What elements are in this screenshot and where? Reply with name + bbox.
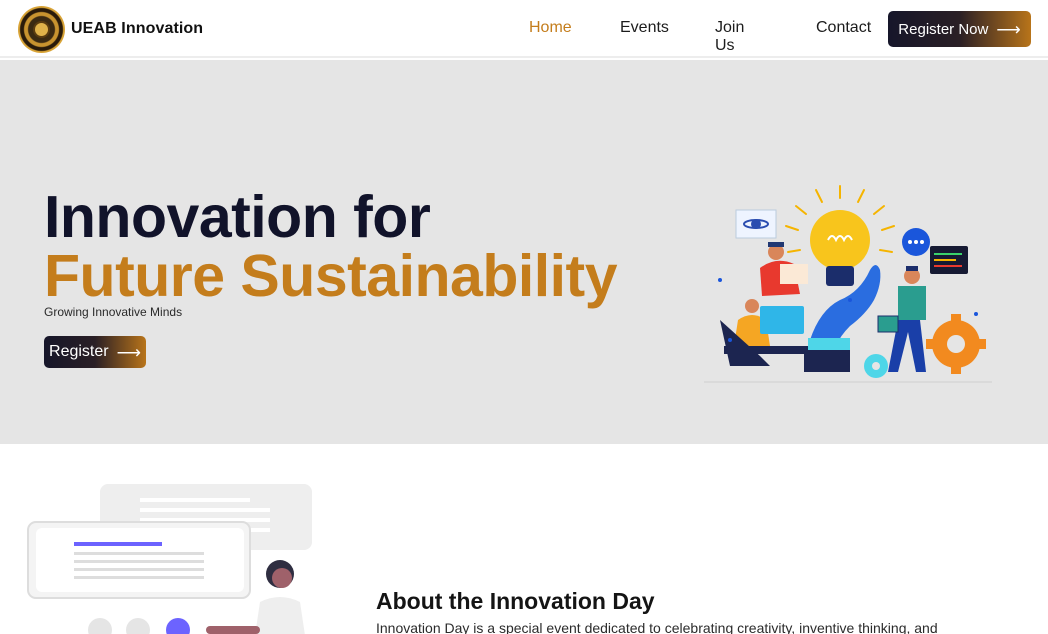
hero-register-label: Register — [49, 343, 109, 360]
person-with-message-cards-illustration — [27, 484, 312, 634]
brand-name: UEAB Innovation — [71, 20, 204, 37]
hero-title-line-1: Innovation for — [44, 184, 431, 250]
about-title: About the Innovation Day — [376, 588, 655, 614]
hero-subtitle: Growing Innovative Minds — [44, 305, 183, 319]
hero-title-line-2: Future Sustainability — [44, 243, 618, 309]
nav-link-events[interactable]: Events — [620, 19, 669, 37]
register-now-label: Register Now — [898, 20, 989, 38]
nav-link-join-us[interactable]: Join Us — [715, 19, 744, 55]
about-text: Innovation Day is a special event dedica… — [376, 620, 938, 634]
register-now-button[interactable]: Register Now ⟶ — [888, 11, 1031, 47]
hero-section: Innovation for Future Sustainability Gro… — [0, 60, 1048, 444]
hero-register-button[interactable]: Register ⟶ — [44, 336, 146, 368]
nav-link-contact[interactable]: Contact — [816, 19, 871, 37]
nav-link-home[interactable]: Home — [529, 19, 572, 37]
top-navbar: UEAB Innovation Home Events Join Us Cont… — [0, 0, 1048, 58]
brand-home-link[interactable]: UEAB Innovation — [18, 5, 203, 53]
arrow-right-icon: ⟶ — [116, 342, 141, 362]
university-seal-icon — [18, 5, 65, 53]
innovation-team-lightbulb-illustration — [704, 185, 992, 383]
arrow-right-icon: ⟶ — [996, 19, 1021, 39]
